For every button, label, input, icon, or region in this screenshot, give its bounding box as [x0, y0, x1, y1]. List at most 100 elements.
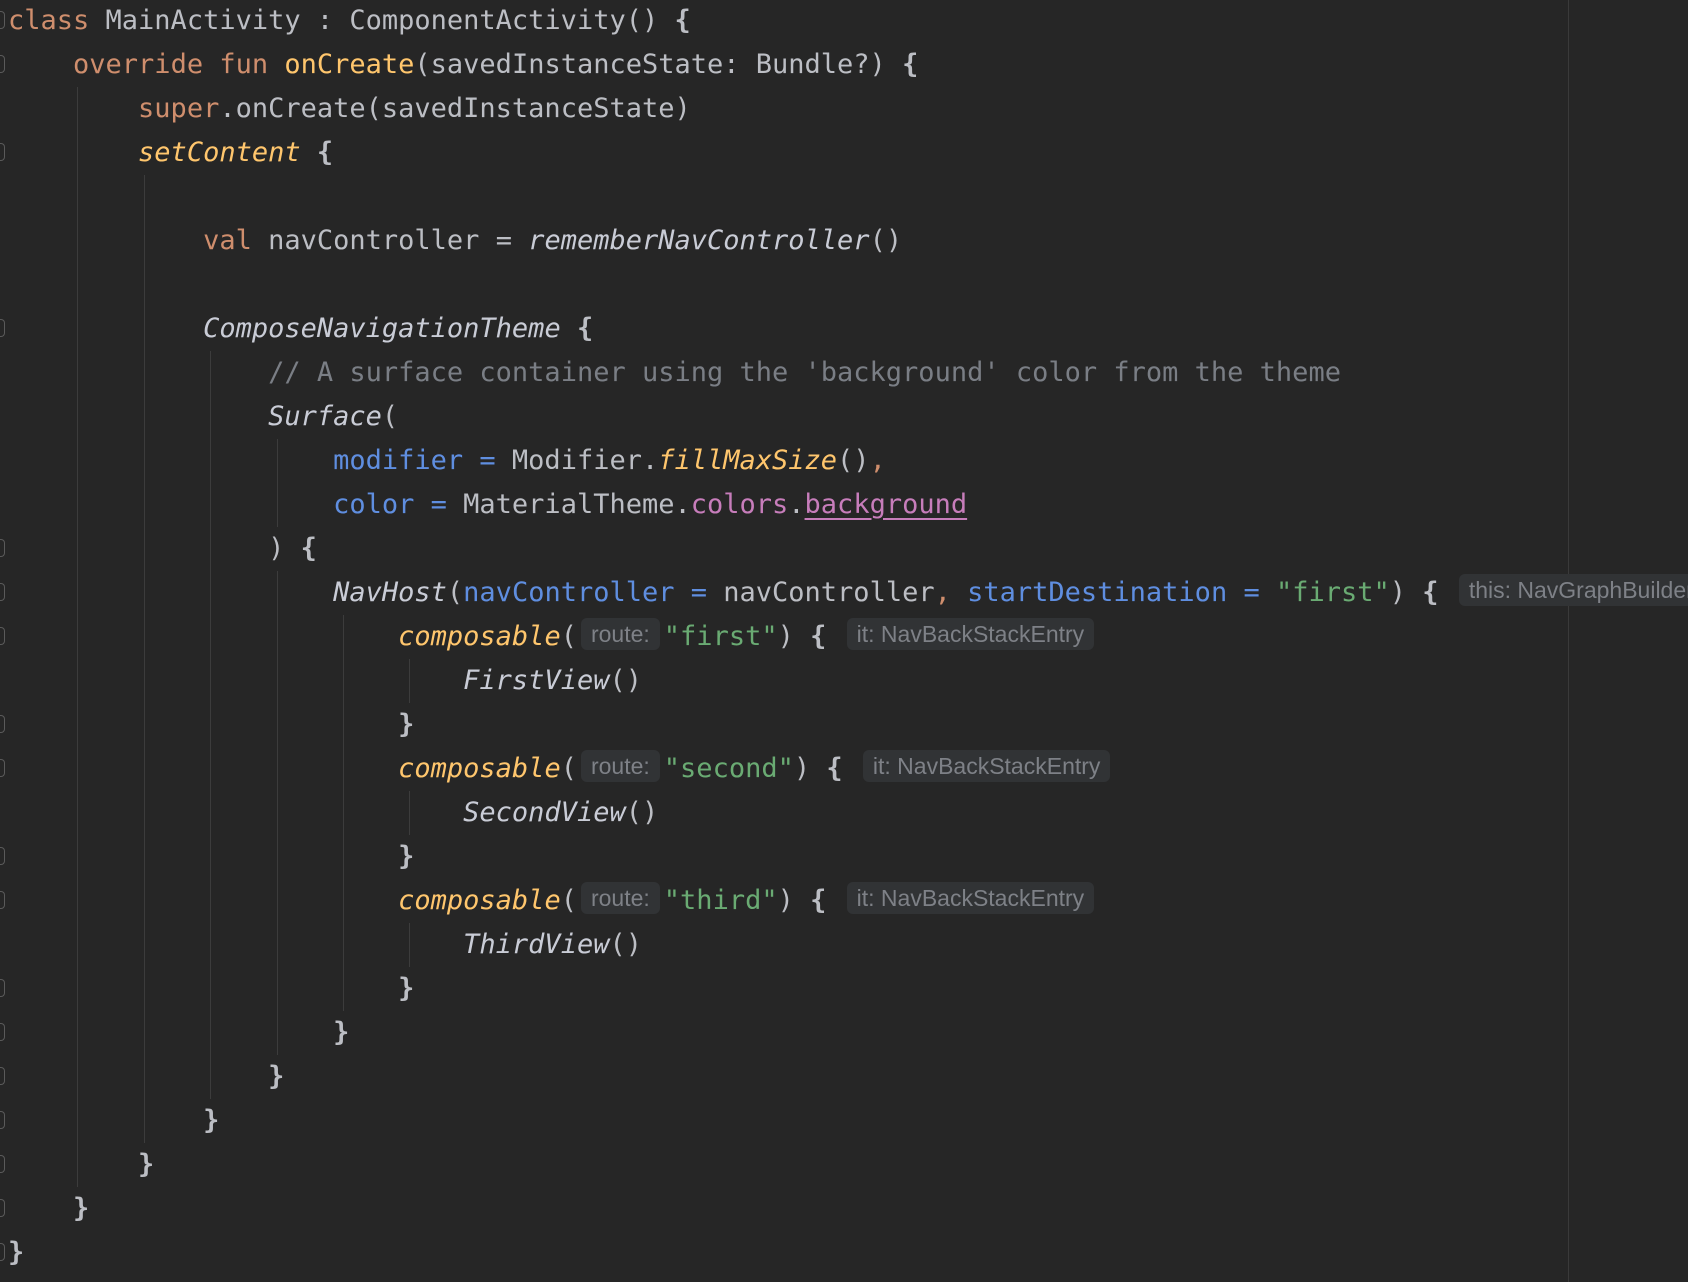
- fold-marker-icon[interactable]: [0, 55, 5, 73]
- code-token: {: [902, 49, 919, 80]
- code-token: }: [398, 841, 415, 872]
- fold-marker-icon[interactable]: [0, 1111, 5, 1129]
- code-token: }: [333, 1017, 350, 1048]
- code-token: setContent: [138, 137, 301, 168]
- code-token: {: [810, 885, 827, 916]
- code-token: override fun: [73, 49, 285, 80]
- code-token: {: [674, 5, 691, 36]
- fold-marker-icon[interactable]: [0, 1067, 5, 1085]
- code-line[interactable]: color = MaterialTheme.colors.background: [0, 483, 1688, 527]
- code-line[interactable]: setContent {: [0, 131, 1688, 175]
- code-line[interactable]: [0, 263, 1688, 307]
- fold-marker-icon[interactable]: [0, 759, 5, 777]
- code-line[interactable]: composable(route: "first") { it: NavBackS…: [0, 615, 1688, 659]
- code-line[interactable]: }: [0, 835, 1688, 879]
- code-line[interactable]: [0, 175, 1688, 219]
- code-token: (: [446, 577, 464, 608]
- code-token: navController =: [463, 577, 724, 608]
- fold-marker-icon[interactable]: [0, 1155, 5, 1173]
- fold-marker-icon[interactable]: [0, 1199, 5, 1217]
- code-token: }: [398, 709, 415, 740]
- code-token: MaterialTheme.: [463, 489, 691, 520]
- code-token: (: [560, 885, 577, 916]
- fold-marker-icon[interactable]: [0, 583, 5, 601]
- code-line[interactable]: }: [0, 1011, 1688, 1055]
- code-token: .: [788, 489, 805, 520]
- code-line[interactable]: }: [0, 1099, 1688, 1143]
- code-token: (): [837, 445, 870, 476]
- fold-marker-icon[interactable]: [0, 319, 5, 337]
- inlay-hint: route:: [580, 618, 660, 650]
- fold-marker-icon[interactable]: [0, 539, 5, 557]
- code-token: background: [804, 489, 968, 520]
- code-line[interactable]: super.onCreate(savedInstanceState): [0, 87, 1688, 131]
- code-line[interactable]: ComposeNavigationTheme {: [0, 307, 1688, 351]
- code-line[interactable]: }: [0, 703, 1688, 747]
- code-line[interactable]: modifier = Modifier.fillMaxSize(),: [0, 439, 1688, 483]
- code-line[interactable]: composable(route: "third") { it: NavBackS…: [0, 879, 1688, 923]
- code-line[interactable]: ThirdView(): [0, 923, 1688, 967]
- code-token: {: [316, 137, 334, 168]
- code-token: (: [381, 401, 399, 432]
- fold-marker-icon[interactable]: [0, 979, 5, 997]
- code-line[interactable]: }: [0, 1055, 1688, 1099]
- code-token: "third": [663, 885, 778, 916]
- code-token: {: [1422, 577, 1439, 608]
- code-token: class: [8, 5, 90, 36]
- code-line[interactable]: override fun onCreate(savedInstanceState…: [0, 43, 1688, 87]
- fold-marker-icon[interactable]: [0, 143, 5, 161]
- code-line[interactable]: }: [0, 1143, 1688, 1187]
- code-line[interactable]: FirstView(): [0, 659, 1688, 703]
- inlay-hint: route:: [580, 882, 660, 914]
- code-line[interactable]: SecondView(): [0, 791, 1688, 835]
- fold-marker-icon[interactable]: [0, 1243, 5, 1261]
- code-line[interactable]: }: [0, 1231, 1688, 1275]
- code-line[interactable]: val navController = rememberNavControlle…: [0, 219, 1688, 263]
- code-token: }: [73, 1193, 90, 1224]
- code-token: (): [609, 929, 642, 960]
- fold-marker-icon[interactable]: [0, 11, 5, 29]
- fold-marker-icon[interactable]: [0, 627, 5, 645]
- code-line[interactable]: composable(route: "second") { it: NavBack…: [0, 747, 1688, 791]
- code-token: composable: [398, 753, 561, 784]
- code-token: navController: [723, 577, 935, 608]
- fold-marker-icon[interactable]: [0, 847, 5, 865]
- code-token: {: [576, 313, 594, 344]
- fold-marker-icon[interactable]: [0, 891, 5, 909]
- code-line[interactable]: ) {: [0, 527, 1688, 571]
- fold-marker-icon[interactable]: [0, 715, 5, 733]
- code-token: onCreate: [284, 49, 415, 80]
- fold-marker-icon[interactable]: [0, 1023, 5, 1041]
- code-line[interactable]: }: [0, 1187, 1688, 1231]
- code-token: rememberNavController: [528, 225, 870, 256]
- code-token: ,: [934, 577, 968, 608]
- code-token: ,: [869, 445, 886, 476]
- code-token: }: [268, 1061, 285, 1092]
- code-token: ): [8, 533, 301, 564]
- code-line[interactable]: NavHost(navController = navController, s…: [0, 571, 1688, 615]
- code-line[interactable]: }: [0, 967, 1688, 1011]
- code-line[interactable]: class MainActivity : ComponentActivity()…: [0, 0, 1688, 43]
- code-line[interactable]: Surface(: [0, 395, 1688, 439]
- code-token: ): [793, 753, 827, 784]
- code-token: ): [1389, 577, 1423, 608]
- code-token: (: [560, 621, 577, 652]
- code-token: {: [826, 753, 843, 784]
- inlay-hint: route:: [580, 750, 660, 782]
- code-editor[interactable]: class MainActivity : ComponentActivity()…: [0, 0, 1688, 1282]
- code-line[interactable]: // A surface container using the 'backgr…: [0, 351, 1688, 395]
- code-token: {: [810, 621, 827, 652]
